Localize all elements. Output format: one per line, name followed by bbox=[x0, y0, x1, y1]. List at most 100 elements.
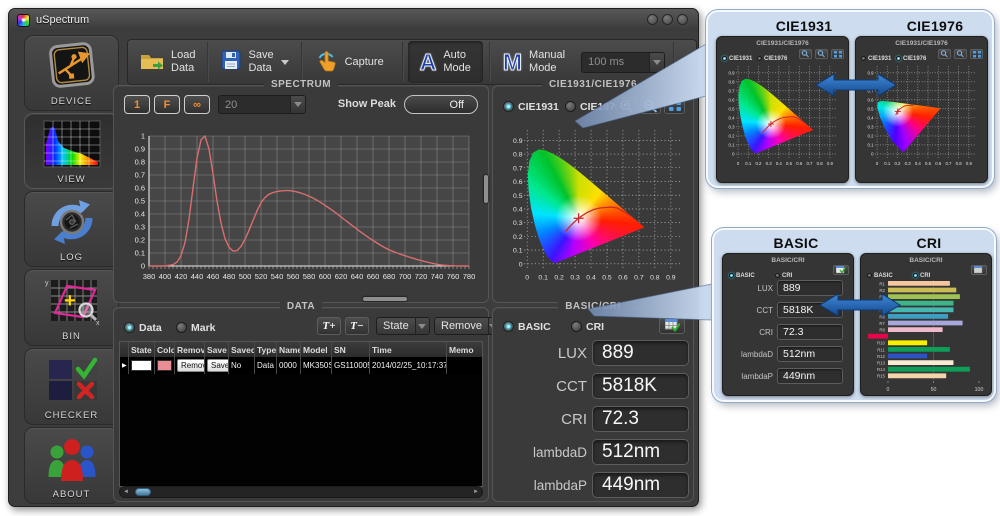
scroll-right-arrow[interactable]: ► bbox=[473, 489, 479, 495]
radio-icon bbox=[124, 322, 135, 333]
remove-dropdown[interactable]: Remove bbox=[434, 317, 494, 335]
lambdap-row: lambdaP 449nm bbox=[499, 472, 689, 498]
table-export-icon bbox=[974, 266, 984, 274]
zoom-out-button[interactable] bbox=[954, 49, 967, 59]
radio-icon bbox=[503, 321, 514, 332]
svg-text:R7: R7 bbox=[879, 321, 885, 326]
lambdap-value: 449nm bbox=[592, 472, 689, 498]
zoom-in-button[interactable] bbox=[938, 49, 951, 59]
sidebar-item-bin[interactable]: y x + BIN bbox=[24, 269, 119, 346]
radio-icon bbox=[571, 321, 582, 332]
lambdad-row: lambdaD 512nm bbox=[727, 346, 851, 362]
svg-text:+: + bbox=[64, 290, 76, 312]
sidebar-item-label: LOG bbox=[60, 252, 83, 263]
svg-text:500: 500 bbox=[239, 272, 252, 281]
capture-button[interactable]: Capture bbox=[303, 41, 396, 83]
show-peak-toggle[interactable]: Off bbox=[404, 95, 478, 114]
title-bar[interactable]: uSpectrum bbox=[9, 9, 698, 31]
svg-text:100: 100 bbox=[975, 387, 984, 393]
table-row[interactable]: ▶ Remove Save No Data 0000 MK350S GS1100… bbox=[120, 357, 482, 374]
table-export-icon bbox=[836, 266, 846, 274]
sidebar-item-device[interactable]: DEVICE bbox=[24, 35, 119, 111]
svg-text:720: 720 bbox=[415, 272, 428, 281]
auto-mode-icon: A bbox=[420, 49, 437, 75]
row-remove-button[interactable]: Remove bbox=[177, 359, 205, 372]
text-smaller-button[interactable]: T− bbox=[345, 317, 369, 335]
vertical-splitter-grip[interactable] bbox=[484, 175, 488, 203]
scrollbar-thumb[interactable] bbox=[135, 488, 151, 496]
spectrum-panel-title: SPECTRUM bbox=[264, 79, 338, 90]
manual-mode-button[interactable]: M ManualMode bbox=[491, 41, 577, 83]
toolbar-separator bbox=[673, 42, 675, 82]
sidebar-item-view[interactable]: VIEW bbox=[24, 113, 119, 189]
dropdown-arrow-icon bbox=[415, 318, 429, 334]
cri-radio[interactable]: CRI bbox=[571, 318, 604, 336]
sidebar-item-about[interactable]: ABOUT bbox=[24, 427, 119, 504]
cct-value: 5818K bbox=[592, 373, 689, 399]
show-peak-label: Show Peak bbox=[338, 98, 396, 110]
sidebar-item-label: BIN bbox=[62, 331, 81, 342]
fit-view-button[interactable] bbox=[970, 49, 983, 59]
save-dropdown-caret[interactable] bbox=[281, 60, 289, 65]
fit-view-button[interactable] bbox=[831, 49, 844, 59]
exposure-time-dropdown[interactable]: 100 ms bbox=[581, 52, 665, 73]
svg-text:540: 540 bbox=[271, 272, 284, 281]
cri-row: CRI 72.3 bbox=[499, 406, 689, 432]
cie1976-radio[interactable]: CIE1976 bbox=[565, 98, 621, 116]
zoom-out-button[interactable] bbox=[640, 97, 661, 114]
save-data-button[interactable]: SaveData bbox=[209, 41, 300, 83]
mini-cie1976-panel: CIE1931/CIE1976 CIE1931 CIE1976 000.10.1… bbox=[855, 36, 988, 183]
zoom-in-button[interactable] bbox=[799, 49, 812, 59]
scroll-left-arrow[interactable]: ◄ bbox=[123, 489, 129, 495]
spectrum-view-icon bbox=[43, 114, 101, 174]
maximize-button[interactable] bbox=[662, 14, 673, 25]
svg-text:R1: R1 bbox=[879, 281, 885, 286]
export-table-button[interactable] bbox=[833, 265, 849, 275]
load-data-button[interactable]: LoadData bbox=[128, 41, 207, 83]
expand-arrows-icon bbox=[668, 100, 682, 112]
average-count-dropdown[interactable]: 20 bbox=[218, 95, 306, 114]
svg-text:600: 600 bbox=[319, 272, 332, 281]
zoom-in-button[interactable] bbox=[616, 97, 637, 114]
row-save-button[interactable]: Save bbox=[207, 359, 229, 372]
sidebar-item-label: ABOUT bbox=[53, 489, 91, 500]
data-panel-title: DATA bbox=[280, 301, 322, 312]
basic-cri-panel: BASIC/CRI BASIC CRI LUX 889 CCT 5818K CR… bbox=[492, 307, 694, 502]
svg-text:1: 1 bbox=[141, 132, 145, 141]
svg-text:0.2: 0.2 bbox=[135, 236, 145, 245]
export-table-button[interactable] bbox=[971, 265, 987, 275]
data-panel: DATA Data Mark T+ T− State Remove State bbox=[113, 307, 489, 502]
window-controls bbox=[647, 14, 688, 25]
data-radio[interactable]: Data bbox=[124, 319, 162, 337]
magnifier-plus-icon bbox=[940, 50, 949, 58]
mark-radio[interactable]: Mark bbox=[176, 319, 216, 337]
minimize-button[interactable] bbox=[647, 14, 658, 25]
sidebar-item-checker[interactable]: CHECKER bbox=[24, 348, 119, 425]
basic-cri-panel-title: BASIC/CRI bbox=[558, 301, 628, 312]
zoom-out-button[interactable] bbox=[815, 49, 828, 59]
text-larger-button[interactable]: T+ bbox=[317, 317, 341, 335]
state-dropdown[interactable]: State bbox=[376, 317, 430, 335]
state-color-swatch bbox=[131, 360, 152, 371]
horizontal-splitter-grip[interactable] bbox=[363, 297, 407, 301]
continuous-measure-button[interactable]: ∞ bbox=[184, 95, 210, 114]
magnifier-plus-icon bbox=[801, 50, 810, 58]
dropdown-arrow-icon bbox=[290, 96, 305, 113]
fast-measure-button[interactable]: F bbox=[154, 95, 180, 114]
single-measure-button[interactable]: 1 bbox=[124, 95, 150, 114]
log-sync-icon bbox=[46, 192, 98, 252]
export-table-button[interactable] bbox=[659, 316, 685, 334]
svg-text:R14: R14 bbox=[877, 367, 886, 372]
cie1931-radio[interactable]: CIE1931 bbox=[503, 98, 559, 116]
color-swatch bbox=[157, 360, 172, 371]
svg-text:0.3: 0.3 bbox=[135, 223, 145, 232]
cri-row: CRI 72.3 bbox=[727, 324, 851, 340]
close-button[interactable] bbox=[677, 14, 688, 25]
auto-mode-button[interactable]: A AutoMode bbox=[408, 41, 483, 83]
sidebar-item-log[interactable]: LOG bbox=[24, 191, 119, 267]
spectrum-chart: 3804004204404604805005205405605806006206… bbox=[119, 122, 485, 298]
checker-icon bbox=[45, 349, 99, 410]
fit-view-button[interactable] bbox=[664, 97, 685, 114]
horizontal-scrollbar[interactable]: ◄ ► bbox=[119, 486, 483, 498]
basic-radio[interactable]: BASIC bbox=[503, 318, 551, 336]
